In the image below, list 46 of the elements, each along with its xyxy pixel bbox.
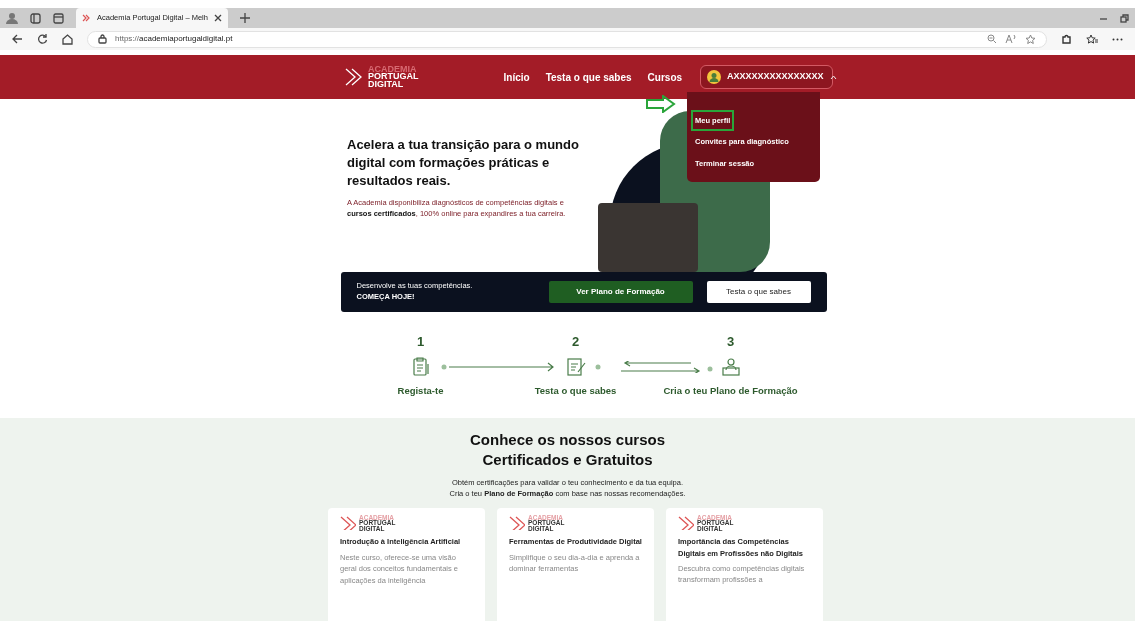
step-label: Regista-te [396, 383, 445, 398]
lock-icon [98, 34, 107, 44]
document-pen-icon [565, 356, 586, 377]
favorites-icon[interactable] [1086, 33, 1098, 45]
profile-icon[interactable] [6, 12, 18, 24]
more-icon[interactable] [1112, 37, 1123, 41]
chevron-logo-icon [509, 516, 525, 530]
logo-text: DIGITAL [368, 80, 404, 89]
nav-link[interactable]: Cursos [647, 69, 683, 85]
puzzle-icon[interactable] [1061, 33, 1072, 45]
chevron-logo-icon [340, 516, 356, 530]
person-laptop-icon [720, 356, 741, 377]
read-aloud-icon[interactable] [1005, 34, 1017, 44]
section-title: Certificados e Gratuitos [481, 450, 654, 471]
logo-text: PORTUGAL [368, 73, 419, 81]
home-icon[interactable] [62, 33, 73, 45]
step-label: Cria o teu Plano de Formação [662, 383, 799, 398]
nav-link[interactable]: Início [503, 69, 530, 85]
nav-link[interactable]: Testa o que sabes [545, 69, 632, 85]
hero-title: Acelera a tua transição para o mundo digital com formações práticas e resultados reais. [347, 136, 580, 191]
back-icon[interactable] [12, 34, 23, 44]
zoom-out-icon[interactable] [987, 34, 997, 44]
chevron-logo-icon [678, 516, 694, 530]
user-menu-button[interactable]: AXXXXXXXXXXXXXXX [700, 65, 834, 89]
quiz-button[interactable]: Testa o que sabes [706, 281, 811, 303]
url-text: https://academiaportugaldigital.pt [115, 33, 233, 45]
step-number: 1 [415, 333, 426, 351]
refresh-icon[interactable] [37, 33, 48, 45]
logo-text: ACADEMIA [368, 65, 417, 74]
star-icon[interactable] [1025, 33, 1036, 45]
close-icon[interactable] [213, 14, 222, 22]
address-bar[interactable]: https://academiaportugaldigital.pt [87, 30, 1047, 48]
step-number: 3 [725, 333, 736, 351]
step-number: 2 [570, 333, 581, 351]
avatar-icon [707, 70, 722, 84]
logo[interactable]: ACADEMIA PORTUGAL DIGITAL [345, 65, 419, 89]
workspaces-icon[interactable] [30, 12, 41, 24]
step-label: Testa o que sabes [533, 383, 618, 398]
tab-actions-icon[interactable] [53, 12, 64, 24]
restore-icon[interactable] [1120, 13, 1129, 23]
clipboard-icon [410, 356, 431, 377]
new-tab-icon[interactable] [239, 13, 250, 23]
training-plan-button[interactable]: Ver Plano de Formação [548, 281, 693, 303]
section-title: Conhece os nossos cursos [468, 430, 667, 450]
chevron-icon [82, 14, 91, 22]
arrow-icon [646, 95, 676, 113]
